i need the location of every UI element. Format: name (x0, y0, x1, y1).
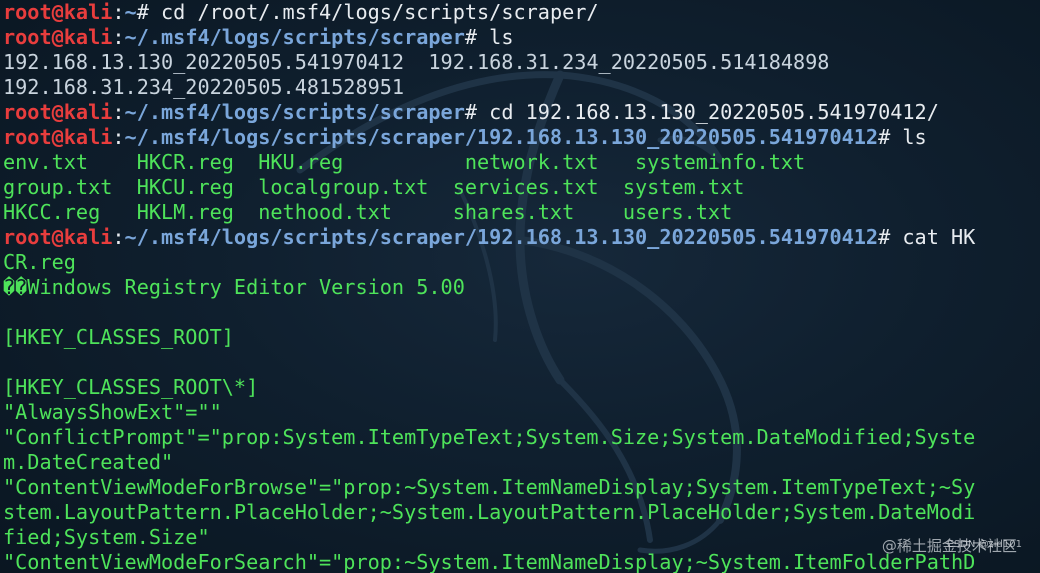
output-text: "ConflictPrompt"="prop:System.ItemTypeTe… (3, 425, 976, 449)
output-text: "ContentViewModeForBrowse"="prop:~System… (3, 475, 976, 499)
output-line-green: env.txt HKCR.reg HKU.reg network.txt sys… (3, 150, 1040, 175)
prompt-user: root@kali (3, 225, 113, 249)
prompt-line: root@kali:~/.msf4/logs/scripts/scraper# … (3, 100, 1040, 125)
prompt-path: ~/.msf4/logs/scripts/scraper/192.168.13.… (124, 125, 879, 149)
command-text: cat HK (902, 225, 976, 249)
command-text: ls (489, 25, 514, 49)
output-line-green: HKCC.reg HKLM.reg nethood.txt shares.txt… (3, 200, 1040, 225)
output-text: stem.LayoutPattern.PlaceHolder;~System.L… (3, 500, 976, 524)
output-text: m.DateCreated" (3, 450, 174, 474)
prompt-user: root@kali (3, 0, 113, 24)
output-line-green: "ConflictPrompt"="prop:System.ItemTypeTe… (3, 425, 1040, 450)
output-text: [HKEY_CLASSES_ROOT] (3, 325, 234, 349)
prompt-path: ~/.msf4/logs/scripts/scraper (124, 25, 465, 49)
prompt-colon: : (112, 125, 125, 149)
prompt-path: ~/.msf4/logs/scripts/scraper/192.168.13.… (124, 225, 879, 249)
output-text: [HKEY_CLASSES_ROOT\*] (3, 375, 259, 399)
prompt-colon: : (112, 25, 125, 49)
output-text: "ContentViewModeForSearch"="prop:~System… (3, 550, 976, 573)
output-line-green: "ContentViewModeForBrowse"="prop:~System… (3, 475, 1040, 500)
prompt-line: root@kali:~/.msf4/logs/scripts/scraper/1… (3, 225, 1040, 250)
prompt-path: ~ (124, 0, 137, 24)
output-line-green: group.txt HKCU.reg localgroup.txt servic… (3, 175, 1040, 200)
output-line: 192.168.31.234_20220505.481528951 (3, 75, 1040, 100)
prompt-line: root@kali:~/.msf4/logs/scripts/scraper# … (3, 25, 1040, 50)
output-text: group.txt HKCU.reg localgroup.txt servic… (3, 175, 745, 199)
prompt-line: root@kali:~/.msf4/logs/scripts/scraper/1… (3, 125, 1040, 150)
watermark-sub: CSDN @sid101 (946, 539, 1022, 550)
prompt-colon: : (112, 0, 125, 24)
watermark: @稀土掘金技术社区CSDN @sid101 (882, 534, 1022, 561)
output-line-green: m.DateCreated" (3, 450, 1040, 475)
output-line-green: CR.reg (3, 250, 1040, 275)
terminal-output: root@kali:~# cd /root/.msf4/logs/scripts… (3, 0, 1040, 573)
prompt-symbol: # (136, 0, 162, 24)
prompt-path: ~/.msf4/logs/scripts/scraper (124, 100, 465, 124)
prompt-colon: : (112, 100, 125, 124)
prompt-user: root@kali (3, 125, 113, 149)
command-text: cd /root/.msf4/logs/scripts/scraper/ (161, 0, 599, 24)
prompt-symbol: # (464, 100, 490, 124)
prompt-user: root@kali (3, 100, 113, 124)
prompt-user: root@kali (3, 25, 113, 49)
output-line: 192.168.13.130_20220505.541970412 192.16… (3, 50, 1040, 75)
output-line-green (3, 300, 1040, 325)
output-text: ��Windows Registry Editor Version 5.00 (3, 275, 465, 299)
prompt-line: root@kali:~# cd /root/.msf4/logs/scripts… (3, 0, 1040, 25)
output-text: fied;System.Size" (3, 525, 210, 549)
prompt-symbol: # (464, 25, 490, 49)
output-text: CR.reg (3, 250, 76, 274)
output-line-green (3, 350, 1040, 375)
output-text: 192.168.13.130_20220505.541970412 192.16… (3, 50, 830, 74)
output-line-green: stem.LayoutPattern.PlaceHolder;~System.L… (3, 500, 1040, 525)
command-text: cd 192.168.13.130_20220505.541970412/ (489, 100, 939, 124)
prompt-colon: : (112, 225, 125, 249)
output-text: HKCC.reg HKLM.reg nethood.txt shares.txt… (3, 200, 733, 224)
output-text: "AlwaysShowExt"="" (3, 400, 222, 424)
prompt-symbol: # (878, 225, 903, 249)
output-text: 192.168.31.234_20220505.481528951 (3, 75, 405, 99)
output-line-green: ��Windows Registry Editor Version 5.00 (3, 275, 1040, 300)
prompt-symbol: # (878, 125, 903, 149)
output-line-green: [HKEY_CLASSES_ROOT] (3, 325, 1040, 350)
terminal-window[interactable]: root@kali:~# cd /root/.msf4/logs/scripts… (0, 0, 1040, 573)
output-line-green: [HKEY_CLASSES_ROOT\*] (3, 375, 1040, 400)
command-text: ls (902, 125, 927, 149)
output-line-green: "AlwaysShowExt"="" (3, 400, 1040, 425)
output-text: env.txt HKCR.reg HKU.reg network.txt sys… (3, 150, 806, 174)
